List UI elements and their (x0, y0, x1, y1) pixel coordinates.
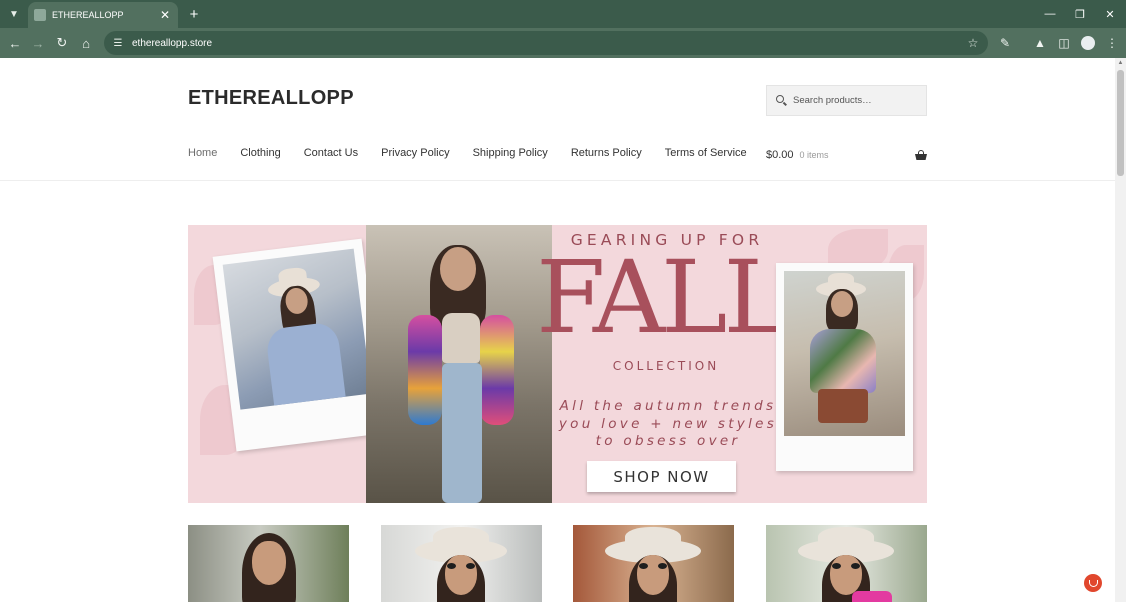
bookmark-star-icon[interactable]: ☆ (964, 34, 982, 52)
scroll-thumb[interactable] (1117, 70, 1124, 176)
nav-terms-of-service[interactable]: Terms of Service (665, 147, 747, 163)
chat-widget-icon[interactable] (1084, 574, 1102, 592)
favicon-icon (34, 9, 46, 21)
address-bar[interactable]: ☰ ethereallopp.store ☆ (104, 31, 988, 55)
plus-icon[interactable]: + (184, 4, 204, 24)
page-viewport: ETHEREALLOPP Home Clothing Contact Us Pr… (0, 58, 1115, 602)
header-divider (0, 180, 1115, 181)
profile-icon[interactable] (1081, 36, 1095, 50)
basket-icon[interactable] (915, 150, 927, 160)
nav-privacy-policy[interactable]: Privacy Policy (381, 147, 449, 163)
polaroid-photo-left (212, 238, 386, 452)
minimize-icon[interactable]: — (1037, 4, 1063, 24)
product-card[interactable] (188, 525, 349, 602)
hero-model-photo (366, 225, 552, 503)
search-box[interactable] (766, 85, 927, 116)
labs-icon[interactable]: ▲ (1030, 33, 1050, 53)
back-icon[interactable]: ← (5, 33, 25, 53)
browser-tab[interactable]: ETHEREALLOPP ✕ (28, 2, 178, 28)
scroll-up-icon[interactable]: ▲ (1115, 58, 1126, 68)
search-input[interactable] (793, 95, 923, 106)
nav-clothing[interactable]: Clothing (240, 147, 280, 163)
hero-headline: FALL (536, 239, 790, 356)
cart-link[interactable]: $0.00 0 items (766, 147, 927, 163)
nav-returns-policy[interactable]: Returns Policy (571, 147, 642, 163)
hero-subheadline: COLLECTION (612, 359, 720, 373)
product-card[interactable] (573, 525, 734, 602)
home-icon[interactable]: ⌂ (76, 33, 96, 53)
polaroid-photo-right (776, 263, 913, 471)
tab-title: ETHEREALLOPP (52, 10, 124, 20)
nav-contact-us[interactable]: Contact Us (304, 147, 358, 163)
cart-amount[interactable]: $0.00 (766, 149, 794, 161)
hero-tagline-line: you love + new styles (558, 415, 778, 432)
tab-list-icon[interactable]: ▼ (4, 4, 24, 24)
browser-tab-strip: ▼ ETHEREALLOPP ✕ + — ❐ ✕ (0, 0, 1126, 28)
hero-tagline-line: to obsess over (595, 433, 741, 449)
hero-banner[interactable]: GEARING UP FOR FALL COLLECTION All the a… (188, 225, 927, 503)
sidebar-icon[interactable]: ◫ (1054, 33, 1074, 53)
site-brand[interactable]: ETHEREALLOPP (188, 87, 354, 110)
kebab-menu-icon[interactable]: ⋮ (1102, 33, 1122, 53)
product-card[interactable] (766, 525, 927, 602)
close-icon[interactable]: ✕ (158, 8, 172, 22)
extensions-icon[interactable]: ✎ (995, 33, 1015, 53)
site-settings-icon[interactable]: ☰ (110, 35, 126, 51)
restore-icon[interactable]: ❐ (1067, 4, 1093, 24)
cart-count[interactable]: 0 items (800, 150, 915, 160)
hero-tagline-line: All the autumn trends (559, 398, 777, 414)
main-nav: Home Clothing Contact Us Privacy Policy … (188, 147, 770, 163)
search-icon (776, 94, 788, 107)
shop-now-button[interactable]: SHOP NOW (587, 461, 736, 492)
product-card[interactable] (381, 525, 542, 602)
nav-home[interactable]: Home (188, 147, 217, 163)
forward-icon[interactable]: → (28, 33, 48, 53)
url-text[interactable]: ethereallopp.store (132, 38, 964, 49)
close-window-icon[interactable]: ✕ (1097, 4, 1123, 24)
hero-tagline: All the autumn trends you love + new sty… (552, 398, 784, 451)
nav-shipping-policy[interactable]: Shipping Policy (473, 147, 548, 163)
page-scrollbar[interactable]: ▲ (1115, 58, 1126, 602)
browser-toolbar: ← → ↻ ⌂ ☰ ethereallopp.store ☆ ✎ ▲ ◫ ⋮ (0, 28, 1126, 58)
reload-icon[interactable]: ↻ (52, 33, 72, 53)
